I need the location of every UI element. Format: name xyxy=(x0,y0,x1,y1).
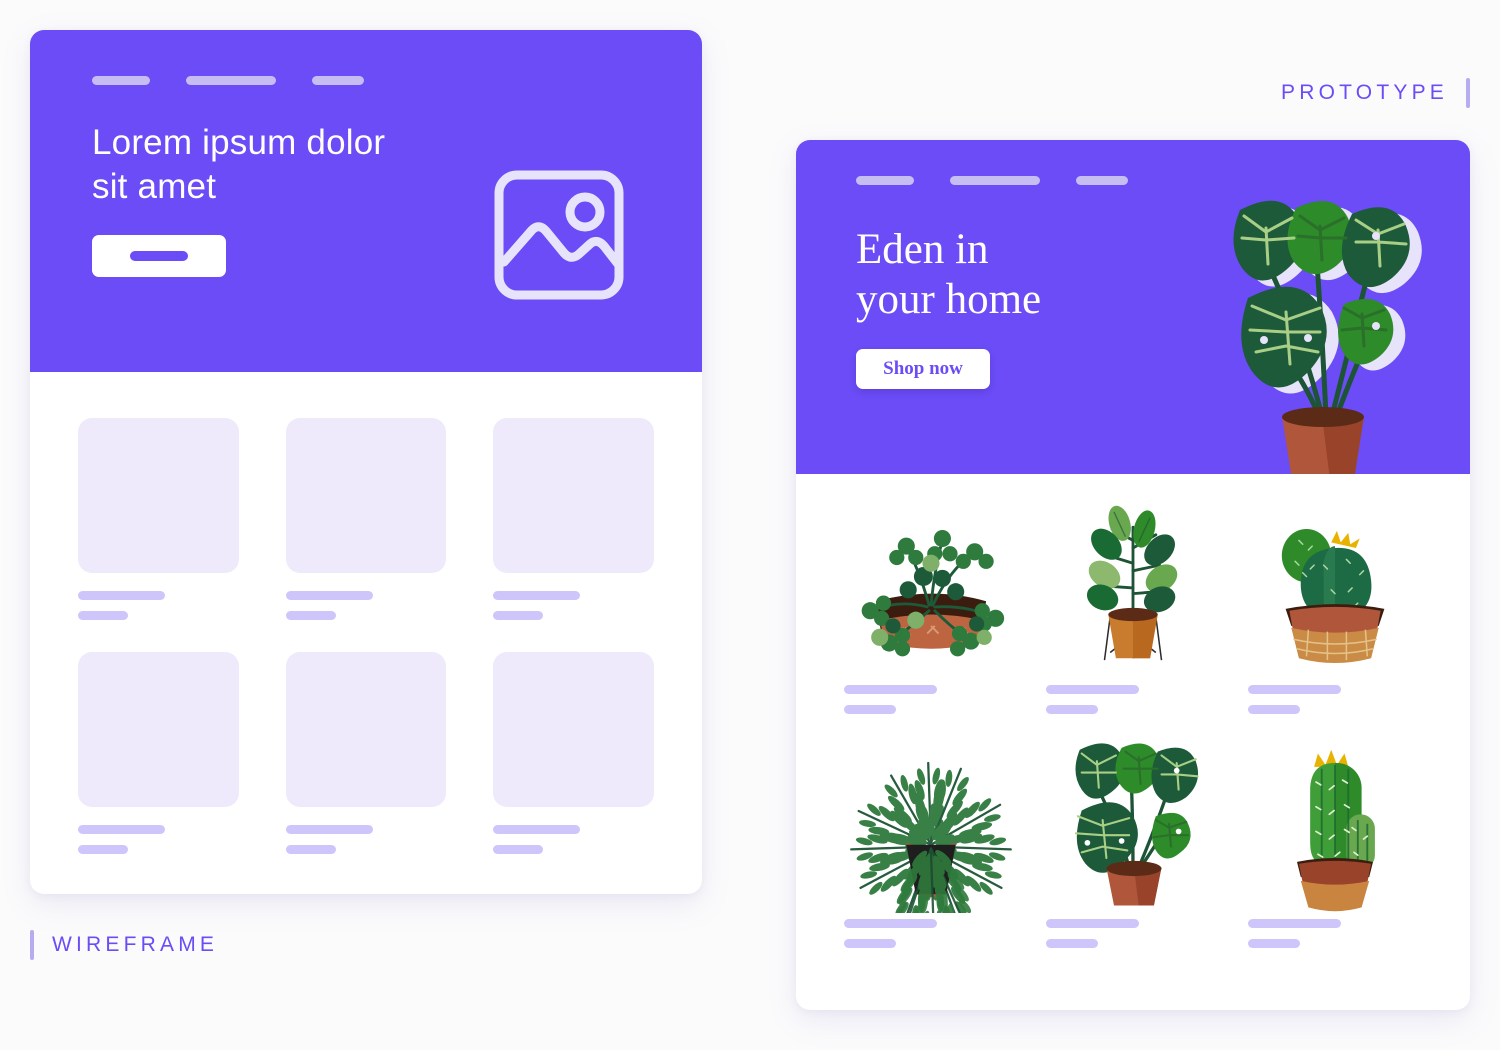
product-text xyxy=(1240,919,1341,948)
prototype-label: PROTOTYPE xyxy=(1281,78,1470,108)
wireframe-cta-label-placeholder xyxy=(130,251,188,262)
wireframe-product-item[interactable] xyxy=(78,418,239,620)
text-line-long xyxy=(493,591,581,600)
text-line-short xyxy=(285,611,336,620)
label-bar-icon xyxy=(30,930,34,960)
nav-pill-1[interactable] xyxy=(92,76,150,85)
nav-pill-3[interactable] xyxy=(1076,176,1128,185)
trailing-vine-plant-illustration xyxy=(836,494,1026,679)
text-line-long xyxy=(1046,685,1139,694)
product-text xyxy=(836,919,937,948)
product-item-parlor-palm[interactable] xyxy=(836,728,1026,948)
product-text xyxy=(1240,685,1341,714)
text-line-short xyxy=(844,939,896,948)
wireframe-product-grid xyxy=(30,372,702,884)
product-text xyxy=(836,685,937,714)
text-line-long xyxy=(78,591,165,600)
wireframe-product-text xyxy=(78,591,239,620)
design-comparison-canvas: Lorem ipsum dolor sit amet WIREFRAME PRO… xyxy=(0,0,1500,1050)
text-line-short xyxy=(78,611,128,620)
wireframe-product-thumb xyxy=(285,652,447,807)
product-item-prickly-pear[interactable] xyxy=(1240,494,1430,714)
text-line-short xyxy=(1248,939,1300,948)
prototype-card: Eden in your home Shop now xyxy=(796,140,1470,1010)
wireframe-label: WIREFRAME xyxy=(30,930,218,960)
rubber-plant-on-stand-illustration xyxy=(1038,494,1228,679)
wireframe-product-text xyxy=(493,825,654,854)
wireframe-product-thumb xyxy=(285,418,447,573)
text-line-long xyxy=(285,591,373,600)
product-item-alocasia[interactable] xyxy=(1038,728,1228,948)
text-line-long xyxy=(1248,685,1341,694)
prototype-label-text: PROTOTYPE xyxy=(1281,81,1448,104)
text-line-short xyxy=(1046,705,1098,714)
nav-pill-2[interactable] xyxy=(950,176,1040,185)
text-line-long xyxy=(1248,919,1341,928)
wireframe-product-text xyxy=(285,591,447,620)
wireframe-label-text: WIREFRAME xyxy=(52,933,219,956)
wireframe-product-item[interactable] xyxy=(493,418,654,620)
product-item-rubber-plant[interactable] xyxy=(1038,494,1228,714)
label-bar-icon xyxy=(1466,78,1470,108)
wireframe-product-thumb xyxy=(78,652,239,807)
text-line-long xyxy=(844,919,937,928)
wireframe-product-text xyxy=(493,591,654,620)
prickly-pear-cactus-illustration xyxy=(1240,494,1430,679)
text-line-short xyxy=(285,845,336,854)
text-line-short xyxy=(844,705,896,714)
product-text xyxy=(1038,919,1139,948)
product-text xyxy=(1038,685,1139,714)
wireframe-card: Lorem ipsum dolor sit amet xyxy=(30,30,702,894)
wireframe-nav xyxy=(92,76,640,85)
text-line-short xyxy=(493,845,544,854)
text-line-short xyxy=(78,845,128,854)
text-line-short xyxy=(1046,939,1098,948)
shop-now-button[interactable]: Shop now xyxy=(856,348,990,389)
wireframe-hero: Lorem ipsum dolor sit amet xyxy=(30,30,702,372)
prototype-hero: Eden in your home Shop now xyxy=(796,140,1470,474)
wireframe-product-text xyxy=(78,825,239,854)
text-line-short xyxy=(493,611,544,620)
wireframe-product-thumb xyxy=(78,418,239,573)
text-line-long xyxy=(78,825,165,834)
wireframe-product-item[interactable] xyxy=(493,652,654,854)
nav-pill-2[interactable] xyxy=(186,76,276,85)
wireframe-product-thumb xyxy=(493,652,654,807)
alocasia-plant-illustration xyxy=(1038,728,1228,913)
product-item-column-cactus[interactable] xyxy=(1240,728,1430,948)
prototype-product-grid xyxy=(796,474,1470,974)
product-item-trailing-vine[interactable] xyxy=(836,494,1026,714)
wireframe-product-text xyxy=(285,825,447,854)
text-line-short xyxy=(1248,705,1300,714)
wireframe-product-item[interactable] xyxy=(285,652,447,854)
wireframe-product-thumb xyxy=(493,418,654,573)
image-placeholder-icon xyxy=(494,170,624,300)
wireframe-hero-title: Lorem ipsum dolor sit amet xyxy=(92,123,386,207)
alocasia-plant-illustration xyxy=(1204,180,1434,474)
parlor-palm-illustration xyxy=(836,728,1026,913)
nav-pill-1[interactable] xyxy=(856,176,914,185)
wireframe-hero-cta-button[interactable] xyxy=(92,235,226,278)
column-cactus-illustration xyxy=(1240,728,1430,913)
text-line-long xyxy=(844,685,937,694)
text-line-long xyxy=(285,825,373,834)
wireframe-product-item[interactable] xyxy=(285,418,447,620)
nav-pill-3[interactable] xyxy=(312,76,364,85)
text-line-long xyxy=(493,825,581,834)
wireframe-product-item[interactable] xyxy=(78,652,239,854)
text-line-long xyxy=(1046,919,1139,928)
